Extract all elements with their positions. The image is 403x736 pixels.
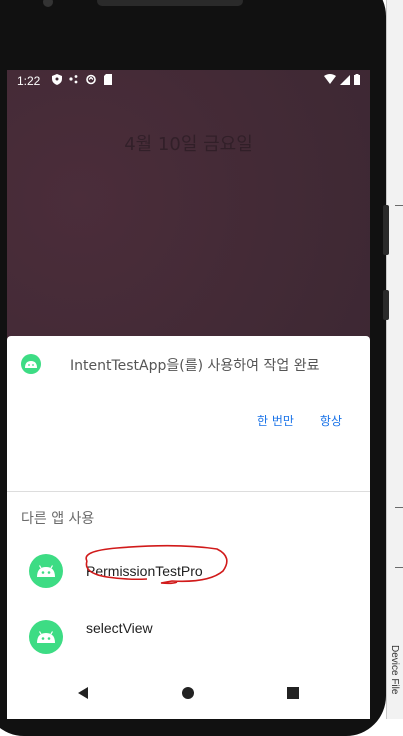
always-button[interactable]: 항상 <box>320 412 342 429</box>
chooser-title: IntentTestApp을(를) 사용하여 작업 완료 <box>70 358 320 374</box>
chooser-sheet: IntentTestApp을(를) 사용하여 작업 완료 한 번만 항상 다른 … <box>7 336 370 719</box>
recents-icon[interactable] <box>283 683 303 703</box>
app-row-permissiontestpro[interactable]: PermissionTestPro <box>7 544 370 594</box>
phone-camera <box>43 0 53 7</box>
status-time: 1:22 <box>17 74 41 88</box>
android-icon <box>29 620 63 654</box>
lockscreen-date: 4월 10일 금요일 <box>124 134 253 155</box>
signal-icon <box>340 75 350 85</box>
android-icon <box>21 354 41 374</box>
sync-icon <box>86 74 96 85</box>
volume-button[interactable] <box>383 205 389 255</box>
phone-speaker <box>97 0 243 6</box>
ide-side-panel <box>386 0 403 719</box>
dots-icon <box>69 75 78 84</box>
back-icon[interactable] <box>73 683 93 703</box>
status-bar: 1:22 <box>7 70 370 92</box>
app-name: selectView <box>86 620 153 636</box>
just-once-button[interactable]: 한 번만 <box>257 412 294 429</box>
device-screen: 1:22 4월 10일 금요일 IntentTestApp을(를) 사용하여 작… <box>7 70 370 719</box>
home-icon[interactable] <box>178 683 198 703</box>
power-button[interactable] <box>383 290 389 320</box>
wifi-icon <box>324 74 336 84</box>
other-apps-label: 다른 앱 사용 <box>21 511 95 527</box>
red-annotation-circle <box>85 544 228 585</box>
android-icon <box>29 554 63 588</box>
app-row-selectview[interactable]: selectView <box>7 610 370 660</box>
shield-icon <box>52 74 62 85</box>
chooser-header: IntentTestApp을(를) 사용하여 작업 완료 <box>7 336 370 396</box>
device-file-explorer-tab[interactable]: Device File <box>389 645 400 694</box>
section-divider <box>7 491 370 492</box>
navigation-bar <box>7 669 370 719</box>
sd-card-icon <box>104 74 112 85</box>
battery-icon <box>354 74 360 85</box>
